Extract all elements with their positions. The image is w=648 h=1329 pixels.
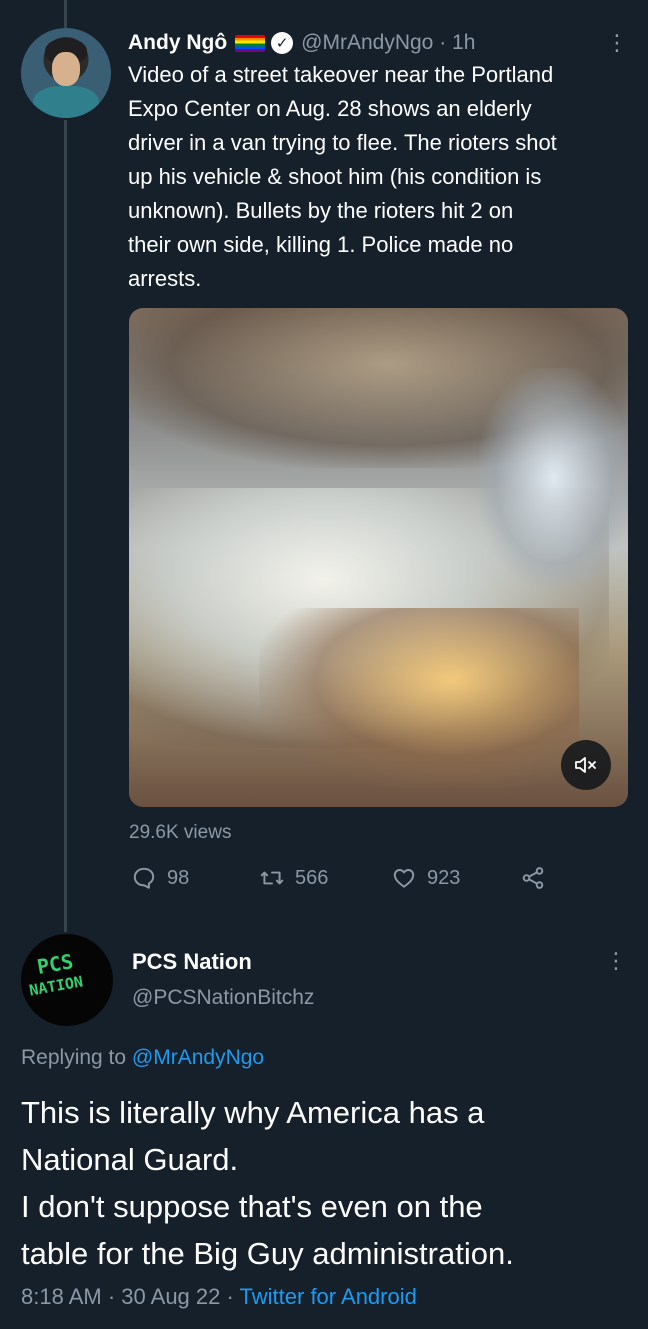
video-player[interactable] <box>129 308 628 807</box>
tweet-time[interactable]: 8:18 AM <box>21 1284 102 1309</box>
replying-to: Replying to @MrAndyNgo <box>21 1046 264 1070</box>
share-button[interactable] <box>520 865 556 891</box>
separator: · <box>220 1284 240 1309</box>
tweet-source-link[interactable]: Twitter for Android <box>240 1284 417 1309</box>
mention-link[interactable]: @MrAndyNgo <box>132 1046 264 1069</box>
verified-badge-icon: ✓ <box>271 32 294 54</box>
video-frame-blur <box>259 608 579 788</box>
avatar-logo-text: NATION <box>27 972 85 1000</box>
tweet-main: Andy Ngô ✓ @MrAndyNgo · 1h ⋮ Video of a … <box>128 28 628 296</box>
reply-button[interactable]: 98 <box>131 865 189 891</box>
separator: · <box>433 31 453 54</box>
like-button[interactable]: 923 <box>391 865 460 891</box>
retweet-button[interactable]: 566 <box>259 865 328 891</box>
more-options-icon[interactable]: ⋮ <box>606 28 628 58</box>
heart-icon <box>393 869 415 888</box>
author-handle-text: @MrAndyNgo <box>301 31 434 54</box>
avatar[interactable]: PCS NATION <box>21 934 113 1026</box>
tweet-text: Video of a street takeover near the Port… <box>128 62 557 291</box>
author-name[interactable]: Andy Ngô <box>128 31 227 55</box>
more-options-icon[interactable]: ⋮ <box>605 948 627 974</box>
replying-prefix: Replying to <box>21 1046 132 1069</box>
tweet-time: 1h <box>452 31 476 54</box>
view-count: 29.6K views <box>129 822 232 843</box>
like-count: 923 <box>427 866 461 889</box>
thread-line <box>64 120 67 932</box>
avatar-body <box>33 86 99 118</box>
retweet-icon <box>260 871 284 885</box>
speaker-muted-svg <box>575 757 596 773</box>
tweet-text: This is literally why America has a Nati… <box>21 1095 514 1271</box>
avatar-face <box>52 52 80 86</box>
reply-count: 98 <box>167 866 190 889</box>
reply-icon <box>133 867 155 889</box>
tweet-actions: 98 566 923 <box>131 865 551 895</box>
speaker-muted-icon[interactable] <box>561 740 611 790</box>
separator: · <box>101 1284 122 1309</box>
thread-line-top <box>64 0 67 30</box>
avatar[interactable] <box>21 28 111 118</box>
author-handle[interactable]: @MrAndyNgo · 1h <box>301 31 475 55</box>
video-frame-blur <box>479 368 628 588</box>
author-name[interactable]: PCS Nation <box>132 949 252 975</box>
tweet-header: Andy Ngô ✓ @MrAndyNgo · 1h ⋮ <box>128 28 628 58</box>
retweet-count: 566 <box>295 866 329 889</box>
share-icon <box>522 867 544 889</box>
tweet-metadata: 8:18 AM · 30 Aug 22 · Twitter for Androi… <box>21 1284 417 1310</box>
author-handle[interactable]: @PCSNationBitchz <box>132 986 314 1010</box>
tweet-date[interactable]: 30 Aug 22 <box>121 1284 220 1309</box>
rainbow-flag-icon <box>235 34 266 52</box>
